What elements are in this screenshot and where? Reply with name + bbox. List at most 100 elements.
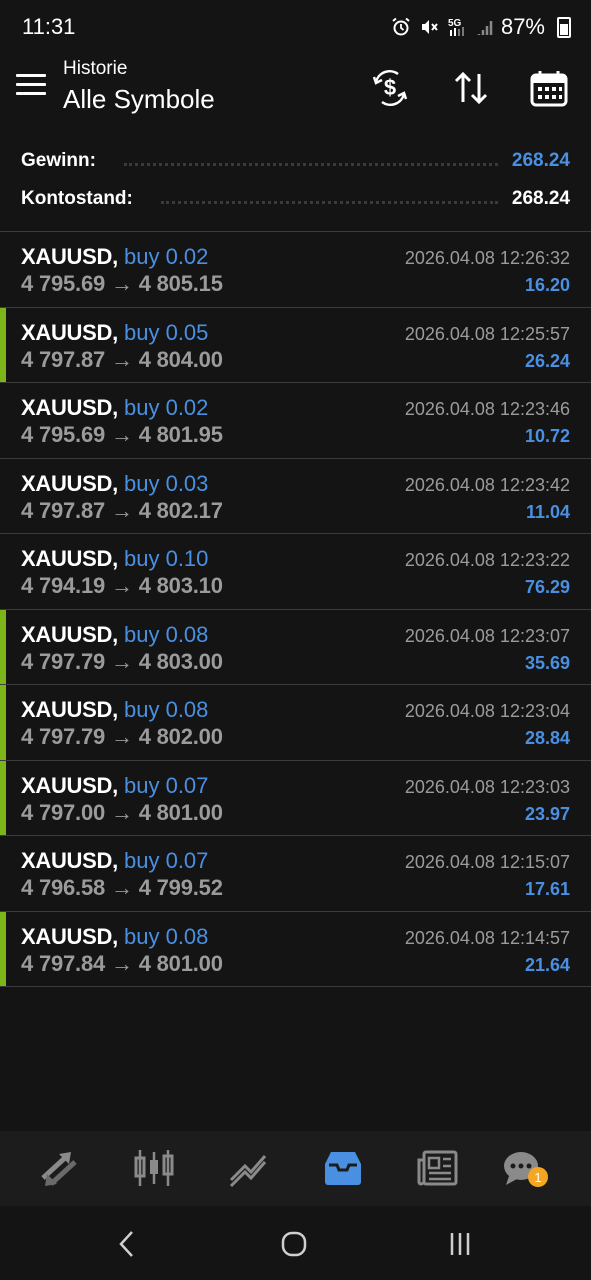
open-price: 4 797.84 — [21, 950, 106, 976]
deal-symbol: XAUUSD, — [21, 546, 118, 571]
nav-news[interactable] — [413, 1145, 463, 1191]
deal-list: XAUUSD, buy 0.02 4 795.69 → 4 805.15 2026.0… — [0, 232, 591, 987]
deal-type: buy 0.08 — [124, 697, 209, 722]
close-price: 4 802.00 — [138, 724, 223, 749]
deal-symbol: XAUUSD, — [21, 697, 118, 722]
arrow-icon: → — [110, 724, 133, 749]
nav-messages[interactable]: 1 — [498, 1145, 548, 1191]
deal-row[interactable]: XAUUSD, buy 0.08 4 797.79 → 4 802.00 2026.0… — [0, 685, 591, 761]
deal-profit: 10.72 — [524, 426, 570, 446]
home-icon — [281, 1231, 307, 1257]
sort-icon — [454, 71, 488, 105]
calendar-button[interactable] — [527, 66, 571, 110]
deal-time: 2026.04.08 12:23:46 — [404, 399, 570, 419]
deal-profit: 21.64 — [524, 954, 570, 975]
deal-row[interactable]: XAUUSD, buy 0.07 4 797.00 → 4 801.00 2026.0… — [0, 760, 591, 836]
bottom-navigation: 1 — [0, 1131, 591, 1206]
close-price: 4 801.00 — [138, 950, 223, 976]
deal-type: buy 0.10 — [124, 546, 209, 571]
deal-prices: 4 797.84 → 4 801.00 — [21, 951, 223, 977]
close-price: 4 802.17 — [138, 497, 223, 523]
deal-symbol: XAUUSD, — [21, 395, 118, 420]
recents-icon — [450, 1233, 470, 1255]
deal-time: 2026.04.08 12:23:22 — [404, 550, 570, 570]
deal-profit: 35.69 — [524, 652, 570, 673]
open-price: 4 797.79 — [21, 724, 106, 749]
deal-time: 2026.04.08 12:23:42 — [404, 474, 570, 495]
open-price: 4 796.58 — [21, 875, 106, 900]
arrow-icon: → — [110, 799, 133, 825]
arrow-icon: → — [110, 497, 133, 523]
back-button[interactable] — [108, 1224, 148, 1264]
deal-profit: 26.24 — [524, 350, 570, 371]
deal-profit: 76.29 — [524, 577, 570, 597]
nav-trade[interactable] — [224, 1145, 274, 1191]
deal-row[interactable]: XAUUSD, buy 0.10 4 794.19 → 4 803.10 2026.0… — [0, 534, 591, 610]
trade-icon — [229, 1155, 267, 1188]
arrow-icon: → — [110, 573, 133, 598]
battery-percent: 87% — [500, 14, 545, 39]
deal-prices: 4 797.87 → 4 802.17 — [21, 498, 223, 524]
recents-button[interactable] — [440, 1224, 480, 1264]
close-price: 4 803.10 — [138, 573, 223, 598]
deal-row[interactable]: XAUUSD, buy 0.07 4 796.58 → 4 799.52 2026.0… — [0, 836, 591, 912]
open-price: 4 795.69 — [21, 271, 106, 296]
open-price: 4 797.00 — [21, 799, 106, 825]
close-price: 4 804.00 — [138, 346, 223, 372]
nav-history[interactable] — [318, 1145, 368, 1191]
hamburger-icon — [16, 74, 46, 77]
profit-row: Gewinn: 268.24 — [21, 146, 570, 176]
signal-icon — [477, 18, 493, 36]
open-price: 4 795.69 — [21, 422, 106, 447]
profit-value: 268.24 — [511, 150, 570, 171]
network-5g-icon: 5G — [447, 16, 469, 38]
deal-row[interactable]: XAUUSD, buy 0.08 4 797.79 → 4 803.00 2026.0… — [0, 609, 591, 685]
arrow-icon: → — [110, 875, 133, 900]
mute-icon — [419, 17, 439, 37]
deal-prices: 4 795.69 → 4 805.15 — [21, 271, 223, 297]
deal-row[interactable]: XAUUSD, buy 0.08 4 797.84 → 4 801.00 2026.0… — [0, 911, 591, 987]
deal-profit: 17.61 — [524, 879, 570, 899]
status-bar: 11:31 5G 87% — [0, 0, 591, 56]
quotes-icon — [41, 1152, 77, 1186]
alarm-icon — [391, 17, 411, 37]
deal-row[interactable]: XAUUSD, buy 0.02 4 795.69 → 4 801.95 2026.0… — [0, 383, 591, 459]
deal-time: 2026.04.08 12:23:07 — [404, 625, 570, 646]
svg-text:$: $ — [384, 75, 396, 100]
balance-label: Kontostand: — [21, 188, 133, 209]
menu-button[interactable] — [16, 74, 46, 98]
deal-row[interactable]: XAUUSD, buy 0.02 4 795.69 → 4 805.15 2026.0… — [0, 232, 591, 308]
sort-button[interactable] — [449, 66, 493, 110]
open-price: 4 794.19 — [21, 573, 106, 598]
app-bar: Historie Alle Symbole $ — [0, 56, 591, 128]
currency-exchange-icon: $ — [372, 69, 408, 107]
deal-type: buy 0.07 — [124, 848, 209, 873]
deal-time: 2026.04.08 12:25:57 — [404, 323, 570, 344]
deal-time: 2026.04.08 12:23:04 — [404, 701, 570, 721]
deal-prices: 4 796.58 → 4 799.52 — [21, 875, 223, 901]
close-price: 4 801.00 — [138, 799, 223, 825]
deal-row[interactable]: XAUUSD, buy 0.05 4 797.87 → 4 804.00 2026.0… — [0, 307, 591, 383]
page-subtitle: Historie — [63, 58, 128, 79]
status-time: 11:31 — [22, 14, 76, 39]
nav-chart[interactable] — [129, 1145, 179, 1191]
close-price: 4 799.52 — [138, 875, 223, 900]
deal-prices: 4 794.19 → 4 803.10 — [21, 573, 223, 599]
currency-exchange-button[interactable]: $ — [368, 66, 412, 110]
deal-type: buy 0.08 — [124, 621, 209, 647]
deal-time: 2026.04.08 12:26:32 — [404, 248, 570, 268]
close-price: 4 803.00 — [138, 648, 223, 674]
deal-symbol: XAUUSD, — [21, 621, 118, 647]
page-title[interactable]: Alle Symbole — [63, 84, 215, 115]
chart-icon — [134, 1150, 174, 1186]
deal-symbol: XAUUSD, — [21, 244, 118, 269]
deal-time: 2026.04.08 12:14:57 — [404, 927, 570, 948]
deal-row[interactable]: XAUUSD, buy 0.03 4 797.87 → 4 802.17 2026.0… — [0, 459, 591, 534]
deal-symbol: XAUUSD, — [21, 923, 118, 949]
deal-prices: 4 795.69 → 4 801.95 — [21, 422, 223, 448]
home-button[interactable] — [274, 1224, 314, 1264]
account-summary: Gewinn: 268.24 Kontostand: 268.24 — [0, 136, 591, 232]
deal-symbol: XAUUSD, — [21, 319, 118, 345]
deal-symbol: XAUUSD, — [21, 470, 118, 496]
nav-quotes[interactable] — [34, 1145, 84, 1191]
